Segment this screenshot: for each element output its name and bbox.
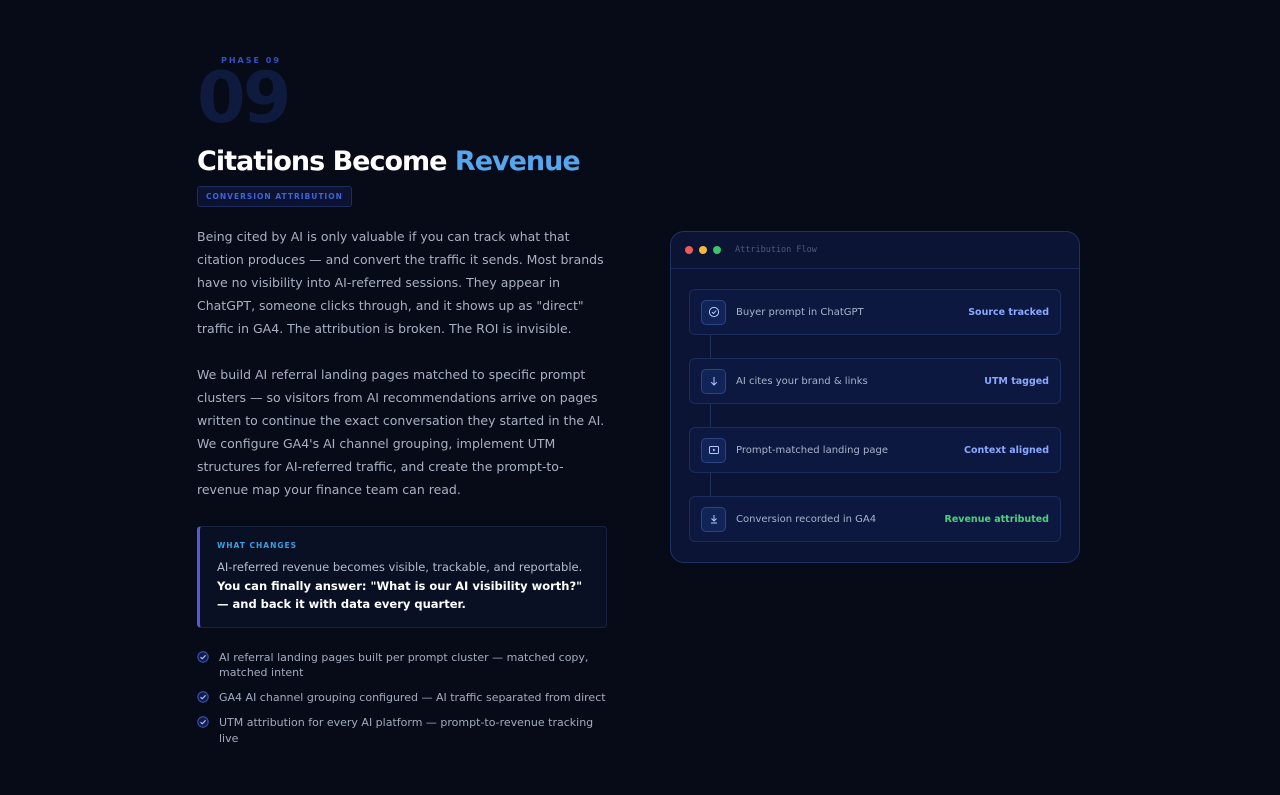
- step-status: Revenue attributed: [944, 513, 1049, 525]
- phase-number: 09: [197, 57, 291, 139]
- flow-step: AI cites your brand & links UTM tagged: [689, 358, 1061, 404]
- section-badge: CONVERSION ATTRIBUTION: [197, 186, 352, 207]
- page-title: Citations Become Revenue: [197, 145, 609, 179]
- check-circle-icon: [197, 691, 209, 703]
- flow-step: Conversion recorded in GA4 Revenue attri…: [689, 496, 1061, 542]
- close-dot-icon: [685, 246, 693, 254]
- window-titlebar: Attribution Flow: [671, 232, 1079, 269]
- step-label: Prompt-matched landing page: [736, 444, 888, 456]
- title-main: Citations Become: [197, 146, 455, 177]
- checklist-text: AI referral landing pages built per prom…: [219, 650, 589, 680]
- step-status: Context aligned: [964, 444, 1049, 456]
- list-item: AI referral landing pages built per prom…: [197, 650, 609, 681]
- title-accent: Revenue: [454, 146, 581, 177]
- step-status: UTM tagged: [984, 375, 1049, 387]
- step-label: Buyer prompt in ChatGPT: [736, 306, 864, 318]
- flow-step: Prompt-matched landing page Context alig…: [689, 427, 1061, 473]
- minimize-dot-icon: [699, 246, 707, 254]
- card-title: Attribution Flow: [735, 245, 817, 255]
- step-connector: [710, 473, 1061, 496]
- step-connector: [710, 335, 1061, 358]
- attribution-flow-card: Attribution Flow Buyer prompt in ChatGPT…: [670, 231, 1080, 563]
- content-column: PHASE 09 09 Citations Become Revenue CON…: [197, 56, 609, 756]
- list-item: GA4 AI channel grouping configured — AI …: [197, 690, 609, 706]
- paragraph-problem: Being cited by AI is only valuable if yo…: [197, 229, 604, 336]
- callout-title: WHAT CHANGES: [217, 541, 298, 550]
- maximize-dot-icon: [713, 246, 721, 254]
- check-circle-icon: [197, 716, 209, 728]
- download-icon: [701, 506, 726, 532]
- paragraph-solution: We build AI referral landing pages match…: [197, 367, 605, 497]
- step-label: AI cites your brand & links: [736, 375, 868, 387]
- page-icon: [701, 437, 726, 463]
- check-circle-icon: [197, 650, 209, 663]
- list-item: UTM attribution for every AI platform — …: [197, 715, 609, 746]
- step-connector: [710, 404, 1061, 427]
- what-changes-callout: WHAT CHANGES AI-referred revenue becomes…: [197, 526, 607, 628]
- check-circle-icon: [701, 299, 726, 325]
- checklist-text: UTM attribution for every AI platform — …: [219, 716, 594, 745]
- checklist-text: GA4 AI channel grouping configured — AI …: [219, 691, 606, 704]
- step-status: Source tracked: [968, 306, 1049, 318]
- step-label: Conversion recorded in GA4: [736, 513, 877, 525]
- flow-step: Buyer prompt in ChatGPT Source tracked: [689, 289, 1061, 335]
- callout-text: AI-referred revenue becomes visible, tra…: [217, 560, 583, 574]
- flow-steps: Buyer prompt in ChatGPT Source tracked A…: [671, 269, 1079, 542]
- benefits-checklist: AI referral landing pages built per prom…: [197, 650, 609, 747]
- arrow-down-icon: [701, 368, 726, 394]
- callout-strong: You can finally answer: "What is our AI …: [217, 578, 583, 612]
